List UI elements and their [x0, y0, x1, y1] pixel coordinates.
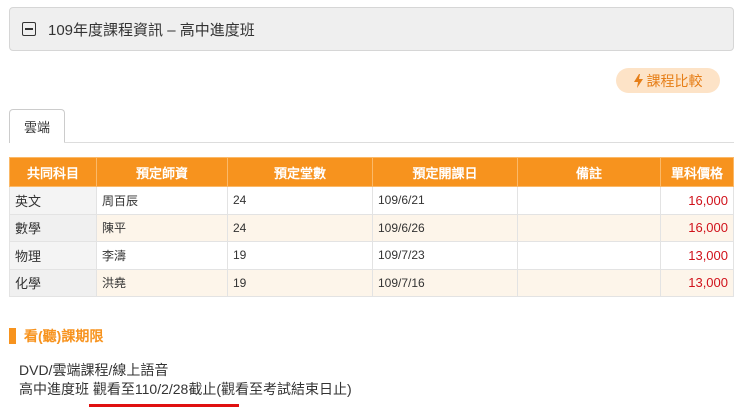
sessions-cell: 24 — [227, 186, 373, 215]
subject-cell: 數學 — [9, 213, 97, 242]
sessions-cell: 19 — [227, 241, 373, 270]
column-header: 預定開課日 — [372, 157, 518, 187]
class-name: 高中進度班 — [19, 381, 93, 397]
column-header: 備註 — [517, 157, 661, 187]
sessions-cell: 24 — [227, 213, 373, 242]
table-row: 英文 周百辰 24 109/6/21 16,000 — [9, 186, 734, 215]
course-compare-button[interactable]: 課程比較 — [616, 68, 720, 93]
note-cell — [517, 268, 661, 297]
viewing-period-title: 看(聽)課期限 — [24, 328, 104, 344]
lightning-icon — [633, 73, 643, 88]
sessions-cell: 19 — [227, 268, 373, 297]
course-table: 共同科目 預定師資 預定堂數 預定開課日 備註 單科價格 英文 周百辰 24 109/… — [9, 157, 734, 297]
collapse-icon[interactable] — [22, 22, 36, 36]
viewing-period-heading: 看(聽)課期限 — [9, 326, 103, 346]
tab-cloud[interactable]: 雲端 — [9, 109, 65, 143]
price-cell: 16,000 — [660, 186, 734, 215]
price-cell: 13,000 — [660, 268, 734, 297]
column-header: 預定師資 — [96, 157, 228, 187]
subject-cell: 英文 — [9, 186, 97, 215]
price-cell: 13,000 — [660, 241, 734, 270]
deadline-note: (觀看至考試結束日止) — [216, 381, 352, 397]
viewing-deadline: 高中進度班 觀看至110/2/28截止(觀看至考試結束日止) — [19, 379, 352, 399]
table-row: 數學 陳平 24 109/6/26 16,000 — [9, 213, 734, 242]
teacher-cell: 周百辰 — [96, 186, 228, 215]
column-header: 預定堂數 — [227, 157, 373, 187]
note-cell — [517, 241, 661, 270]
course-compare-label: 課程比較 — [646, 72, 703, 89]
subject-cell: 化學 — [9, 268, 97, 297]
red-underline — [89, 404, 239, 407]
heading-bar — [9, 328, 16, 344]
tab-divider — [64, 142, 734, 143]
teacher-cell: 洪堯 — [96, 268, 228, 297]
table-row: 化學 洪堯 19 109/7/16 13,000 — [9, 268, 734, 297]
table-row: 物理 李濤 19 109/7/23 13,000 — [9, 241, 734, 270]
page-title: 109年度課程資訊 – 高中進度班 — [48, 21, 255, 39]
column-header: 共同科目 — [9, 157, 97, 187]
deadline-text: 觀看至110/2/28截止 — [92, 381, 217, 397]
viewing-media: DVD/雲端課程/線上語音 — [19, 362, 169, 378]
start-date-cell: 109/7/16 — [372, 268, 518, 297]
note-cell — [517, 186, 661, 215]
subject-cell: 物理 — [9, 241, 97, 270]
column-header: 單科價格 — [660, 157, 734, 187]
price-cell: 16,000 — [660, 213, 734, 242]
start-date-cell: 109/6/21 — [372, 186, 518, 215]
note-cell — [517, 213, 661, 242]
teacher-cell: 李濤 — [96, 241, 228, 270]
course-info-header[interactable]: 109年度課程資訊 – 高中進度班 — [9, 7, 734, 51]
start-date-cell: 109/6/26 — [372, 213, 518, 242]
start-date-cell: 109/7/23 — [372, 241, 518, 270]
teacher-cell: 陳平 — [96, 213, 228, 242]
